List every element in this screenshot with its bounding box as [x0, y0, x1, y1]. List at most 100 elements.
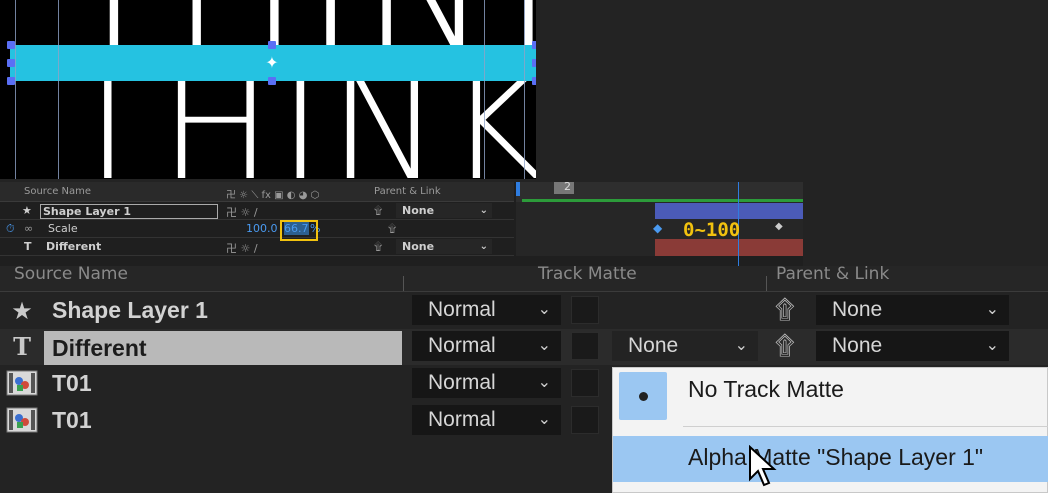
- mini-parent-dropdown[interactable]: None ⌄: [396, 239, 492, 254]
- mini-header-source-name: Source Name: [24, 186, 92, 197]
- preserve-transparency-toggle[interactable]: [571, 296, 599, 324]
- chevron-down-icon: ⌄: [985, 301, 999, 318]
- layer-name[interactable]: T01: [52, 370, 92, 397]
- selected-bullet-icon: [619, 372, 667, 420]
- transform-handle[interactable]: [7, 77, 15, 85]
- chevron-down-icon: ⌄: [985, 337, 999, 354]
- mini-layer-row[interactable]: T Different 卍 ☼ / ۩ None ⌄: [0, 238, 514, 256]
- layer-row[interactable]: ★ Shape Layer 1 Normal ⌄ ۩ None ⌄: [0, 293, 1048, 329]
- playhead-label: 2: [564, 180, 571, 193]
- transform-handle[interactable]: [7, 41, 15, 49]
- value-highlight-box: [280, 220, 318, 241]
- layer-name[interactable]: Different: [52, 335, 147, 362]
- mini-parent-dropdown[interactable]: None ⌄: [396, 203, 492, 218]
- blend-mode-dropdown[interactable]: Normal ⌄: [412, 368, 561, 398]
- blend-mode-value: Normal: [428, 371, 496, 394]
- mini-layer-row[interactable]: ★ Shape Layer 1 卍 ☼ / ۩ None ⌄: [0, 202, 514, 220]
- keyframe-icon[interactable]: ◆: [775, 221, 783, 232]
- blend-mode-value: Normal: [428, 408, 496, 431]
- chevron-down-icon: ⌄: [479, 205, 488, 216]
- parent-value: None: [832, 334, 883, 357]
- chevron-down-icon: ⌄: [537, 374, 551, 391]
- track-matte-menu: No Track Matte Alpha Matte "Shape Layer …: [612, 367, 1048, 493]
- composition-viewer[interactable]: THINK THINK ✦: [0, 0, 536, 179]
- footage-icon: [6, 370, 38, 398]
- mini-layer-name[interactable]: Different: [46, 240, 101, 253]
- menu-separator: [683, 426, 1048, 427]
- layer-name[interactable]: Shape Layer 1: [52, 297, 208, 324]
- keyframe-icon[interactable]: ◆: [653, 221, 662, 235]
- pickwhip-icon[interactable]: ۩: [775, 331, 795, 361]
- work-area-start[interactable]: [516, 182, 520, 196]
- pickwhip-icon[interactable]: ۩: [775, 295, 795, 325]
- preserve-transparency-toggle[interactable]: [571, 369, 599, 397]
- pickwhip-icon[interactable]: ۩: [374, 240, 382, 254]
- blend-mode-dropdown[interactable]: Normal ⌄: [412, 295, 561, 325]
- chevron-down-icon: ⌄: [537, 301, 551, 318]
- transform-handle[interactable]: [268, 77, 276, 85]
- mini-property-row[interactable]: ⏱ ∞ Scale 100.0 66.7 % ۩: [0, 220, 514, 238]
- shape-layer-track[interactable]: [516, 202, 803, 220]
- mini-parent-value: None: [402, 240, 435, 253]
- text-layer-duration-bar[interactable]: [655, 239, 803, 256]
- mini-header-parent-link: Parent & Link: [374, 186, 441, 197]
- star-icon: ★: [11, 297, 33, 325]
- blend-mode-dropdown[interactable]: Normal ⌄: [412, 405, 561, 435]
- mini-switches[interactable]: 卍 ☼ /: [226, 204, 258, 220]
- pickwhip-icon[interactable]: ۩: [388, 222, 396, 236]
- blend-mode-value: Normal: [428, 334, 496, 357]
- mini-parent-value: None: [402, 204, 435, 217]
- mouse-cursor-icon: [749, 445, 777, 487]
- preserve-transparency-toggle[interactable]: [571, 406, 599, 434]
- chevron-down-icon: ⌄: [479, 241, 488, 252]
- panel-edge: [1013, 293, 1048, 329]
- chevron-down-icon: ⌄: [734, 337, 748, 354]
- chevron-down-icon: ⌄: [537, 411, 551, 428]
- header-source-name: Source Name: [14, 266, 128, 284]
- column-header: Source Name Track Matte Parent & Link: [0, 266, 1048, 292]
- track-matte-value: None: [628, 334, 679, 357]
- transform-handle[interactable]: [7, 59, 15, 67]
- parent-value: None: [832, 298, 883, 321]
- shape-layer-duration-bar[interactable]: [655, 203, 803, 219]
- range-annotation: 0~100: [683, 219, 741, 241]
- scale-track[interactable]: ◆ ◆: [516, 220, 803, 238]
- mini-timeline-header: Source Name 卍 ☼ ⟍ fx ▣ ◐ ◕ ⬡ Parent & Li…: [0, 182, 514, 202]
- menu-item-label: No Track Matte: [688, 376, 844, 402]
- text-layer-icon: T: [24, 240, 32, 253]
- layer-name[interactable]: T01: [52, 407, 92, 434]
- parent-dropdown[interactable]: None ⌄: [816, 295, 1009, 325]
- guide-line: [15, 0, 16, 179]
- scale-x-value[interactable]: 100.0: [246, 222, 278, 235]
- pickwhip-icon[interactable]: ۩: [374, 204, 382, 218]
- footage-icon: [6, 407, 38, 435]
- menu-item-label: Alpha Matte "Shape Layer 1": [688, 444, 984, 470]
- blend-mode-dropdown[interactable]: Normal ⌄: [412, 331, 561, 361]
- parent-dropdown[interactable]: None ⌄: [816, 331, 1009, 361]
- text-layer-icon: T: [13, 332, 31, 361]
- layer-row-selected[interactable]: T Different Normal ⌄ None ⌄ ۩ None ⌄: [0, 329, 1048, 365]
- column-divider: [403, 276, 404, 291]
- header-parent-link: Parent & Link: [776, 266, 890, 284]
- header-track-matte: Track Matte: [538, 266, 637, 284]
- star-icon: ★: [22, 204, 32, 217]
- mini-switches[interactable]: 卍 ☼ /: [226, 240, 258, 256]
- menu-item-alpha-matte[interactable]: Alpha Matte "Shape Layer 1": [613, 436, 1048, 482]
- mini-header-switches: 卍 ☼ ⟍ fx ▣ ◐ ◕ ⬡: [226, 190, 320, 201]
- viewer-background: [536, 0, 1048, 179]
- blend-mode-value: Normal: [428, 298, 496, 321]
- menu-item-no-track-matte[interactable]: No Track Matte: [613, 368, 1048, 420]
- mini-layer-name[interactable]: Shape Layer 1: [40, 204, 218, 219]
- guide-line: [58, 0, 59, 179]
- time-ruler[interactable]: 2: [516, 180, 803, 202]
- property-name: Scale: [48, 222, 78, 235]
- column-divider: [766, 276, 767, 291]
- guide-line: [484, 0, 485, 179]
- graph-icon[interactable]: ∞: [24, 222, 33, 235]
- preserve-transparency-toggle[interactable]: [571, 332, 599, 360]
- transform-handle[interactable]: [268, 41, 276, 49]
- text-layer-track[interactable]: [516, 238, 803, 256]
- track-matte-dropdown[interactable]: None ⌄: [612, 331, 758, 361]
- anchor-point-icon[interactable]: ✦: [262, 53, 282, 73]
- stopwatch-icon[interactable]: ⏱: [6, 222, 15, 236]
